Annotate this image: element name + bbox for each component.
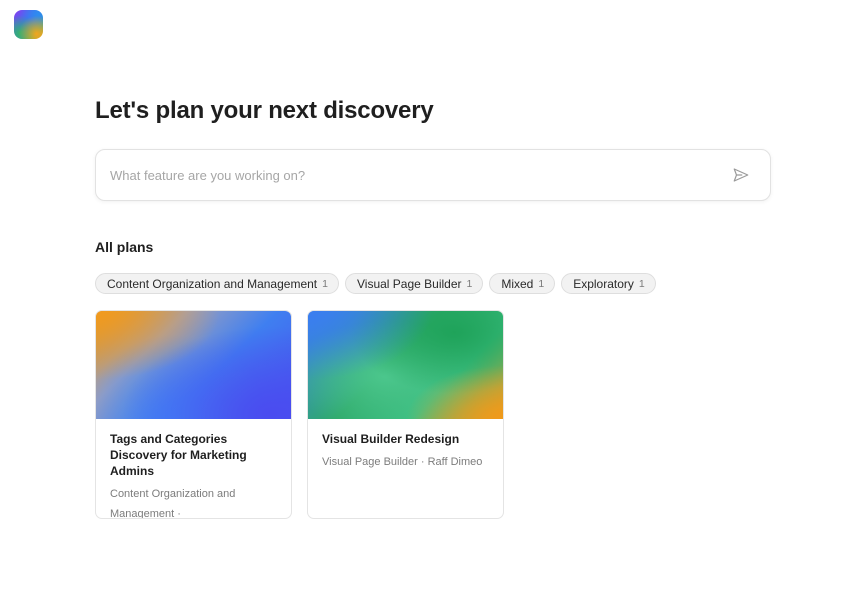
chip-label: Exploratory — [573, 276, 634, 291]
filter-chips: Content Organization and Management 1 Vi… — [95, 273, 656, 294]
chip-count: 1 — [322, 277, 328, 290]
chip-count: 1 — [638, 277, 645, 290]
chip-count: 1 — [466, 277, 473, 290]
app-logo-icon[interactable] — [14, 10, 43, 39]
chip-label: Mixed — [501, 276, 534, 291]
card-title: Visual Builder Redesign — [322, 432, 460, 446]
plan-card-visual-builder-redesign[interactable]: Visual Builder Redesign Visual Page Buil… — [307, 310, 504, 519]
filter-chip-content-organization[interactable]: Content Organization and Management 1 — [95, 273, 339, 294]
feature-search-input[interactable] — [110, 150, 710, 200]
card-cover-image — [308, 311, 503, 419]
card-meta: Visual Page Builder · Raff Dimeo — [322, 456, 483, 468]
filter-chip-exploratory[interactable]: Exploratory 1 — [561, 273, 656, 294]
send-icon[interactable] — [732, 166, 750, 184]
chip-label: Content Organization and Management — [107, 276, 318, 291]
filter-chip-mixed[interactable]: Mixed 1 — [489, 273, 556, 294]
page-title: Let's plan your next discovery — [95, 97, 434, 124]
card-meta: Content Organization and Management · — [110, 488, 236, 519]
filter-chip-visual-page-builder[interactable]: Visual Page Builder 1 — [344, 273, 484, 294]
chip-label: Visual Page Builder — [356, 276, 462, 291]
card-cover-image — [96, 311, 291, 419]
plan-card-tags-and-categories[interactable]: Tags and Categories Discovery for Market… — [95, 310, 292, 519]
section-title-all-plans: All plans — [95, 239, 154, 255]
plan-cards: Tags and Categories Discovery for Market… — [95, 310, 504, 519]
card-title: Tags and Categories Discovery for Market… — [110, 432, 247, 478]
chip-count: 1 — [538, 277, 545, 290]
search-box[interactable] — [95, 149, 771, 201]
